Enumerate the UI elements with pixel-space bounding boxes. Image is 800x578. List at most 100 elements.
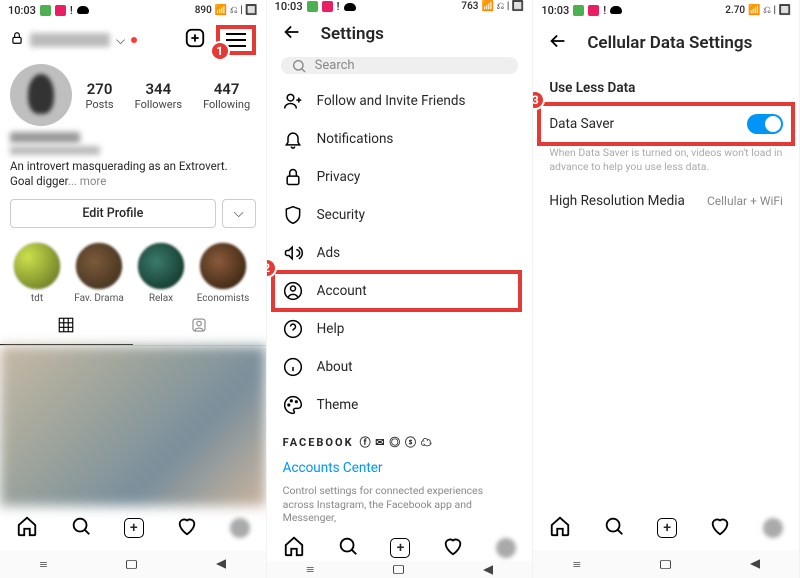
profile-header: ⌵ 1 xyxy=(0,20,266,60)
settings-item-ads[interactable]: Ads xyxy=(267,234,533,272)
cloud-icon xyxy=(344,3,356,11)
status-right: 890 📶 ⎌ | 🔲 xyxy=(195,5,258,16)
status-indicator-red xyxy=(55,5,66,16)
sys-back[interactable] xyxy=(216,559,226,569)
bio-more[interactable]: ... more xyxy=(68,174,106,188)
nav-search[interactable] xyxy=(70,515,92,541)
facebook-section: FACEBOOK ⓕ ✉ ◎ ⓢ ☁ Accounts Center Contr… xyxy=(267,424,533,535)
bottom-nav: + xyxy=(533,506,799,550)
hires-label: High Resolution Media xyxy=(549,193,685,209)
bio-line-1: An introvert masquerading as an Extrover… xyxy=(10,159,256,174)
settings-item-follow-invite[interactable]: Follow and Invite Friends xyxy=(267,82,533,120)
use-less-data-heading: Use Less Data xyxy=(533,66,799,104)
tab-tagged[interactable] xyxy=(133,310,266,345)
profile-tabs xyxy=(0,310,266,346)
settings-item-account[interactable]: Account 2 xyxy=(267,272,533,310)
back-button[interactable] xyxy=(547,30,569,56)
bio-line-2: Goal digger... more xyxy=(10,174,256,189)
sys-recents[interactable]: ≡ xyxy=(39,557,47,571)
status-indicator-green xyxy=(573,5,584,16)
posts-grid[interactable] xyxy=(0,346,266,506)
bio-section: An introvert masquerading as an Extrover… xyxy=(0,130,266,191)
settings-search[interactable]: Search xyxy=(281,57,519,74)
sys-back[interactable] xyxy=(750,559,760,569)
stat-following[interactable]: 447 Following xyxy=(203,80,250,111)
sys-home[interactable] xyxy=(393,565,404,574)
nav-search[interactable] xyxy=(603,515,625,541)
meta-product-icons: ⓕ ✉ ◎ ⓢ ☁ xyxy=(360,434,433,450)
step-callout-1: 1 xyxy=(210,41,230,61)
nav-profile[interactable] xyxy=(496,538,516,558)
nav-search[interactable] xyxy=(337,535,359,561)
palette-icon xyxy=(283,395,303,415)
facebook-heading: FACEBOOK xyxy=(283,436,354,449)
chevron-down-icon: ⌵ xyxy=(116,33,125,48)
highlight-item[interactable]: tdt xyxy=(10,242,64,304)
lock-icon xyxy=(10,31,24,49)
highlight-item[interactable]: Relax xyxy=(134,242,188,304)
settings-item-help[interactable]: Help xyxy=(267,310,533,348)
status-bar: 10:03 ! 2.70 📶 ⎌ | 🔲 xyxy=(533,0,799,20)
sys-recents[interactable]: ≡ xyxy=(573,557,581,571)
megaphone-icon xyxy=(283,243,303,263)
settings-item-security[interactable]: Security xyxy=(267,196,533,234)
nav-home[interactable] xyxy=(16,515,38,541)
username-selector[interactable]: ⌵ xyxy=(10,31,137,49)
data-saver-row[interactable]: Data Saver 3 xyxy=(533,104,799,144)
nav-create[interactable]: + xyxy=(124,518,144,538)
stat-posts[interactable]: 270 Posts xyxy=(86,80,114,111)
settings-item-notifications[interactable]: Notifications xyxy=(267,120,533,158)
sys-recents[interactable]: ≡ xyxy=(306,563,314,577)
profile-avatar[interactable] xyxy=(10,64,72,126)
accounts-center-link[interactable]: Accounts Center xyxy=(283,460,517,476)
discover-people-button[interactable]: ⌵ xyxy=(222,199,256,228)
status-time: 10:03 xyxy=(275,0,303,13)
nav-profile[interactable] xyxy=(230,518,250,538)
lock-icon xyxy=(283,167,303,187)
nav-activity[interactable] xyxy=(176,515,198,541)
nav-home[interactable] xyxy=(283,535,305,561)
cloud-icon xyxy=(77,6,89,14)
nav-home[interactable] xyxy=(549,515,571,541)
settings-item-theme[interactable]: Theme xyxy=(267,386,533,424)
highlight-item[interactable]: Economists xyxy=(196,242,250,304)
highlight-item[interactable]: Fav. Drama xyxy=(72,242,126,304)
cellular-header: Cellular Data Settings xyxy=(533,20,799,66)
sys-home[interactable] xyxy=(660,560,671,569)
settings-item-privacy[interactable]: Privacy xyxy=(267,158,533,196)
nav-activity[interactable] xyxy=(442,535,464,561)
data-saver-toggle[interactable] xyxy=(747,114,783,134)
bio-category xyxy=(10,146,100,155)
status-indicator-green xyxy=(307,1,318,12)
status-bar: 10:03 ! 890 📶 ⎌ | 🔲 xyxy=(0,0,266,20)
back-button[interactable] xyxy=(281,21,303,47)
sys-back[interactable] xyxy=(483,565,493,575)
status-indicator-green xyxy=(40,5,51,16)
page-title: Cellular Data Settings xyxy=(587,33,752,53)
hamburger-menu-button[interactable]: 1 xyxy=(216,25,256,55)
status-time: 10:03 xyxy=(541,4,569,17)
nav-create[interactable]: + xyxy=(657,518,677,538)
display-name xyxy=(10,132,80,143)
nav-profile[interactable] xyxy=(763,518,783,538)
shield-icon xyxy=(283,205,303,225)
nav-activity[interactable] xyxy=(709,515,731,541)
high-resolution-media-row[interactable]: High Resolution Media Cellular + WiFi xyxy=(533,183,799,219)
system-nav: ≡ xyxy=(0,550,266,578)
sys-home[interactable] xyxy=(126,560,137,569)
settings-item-about[interactable]: About xyxy=(267,348,533,386)
cellular-panel: 10:03 ! 2.70 📶 ⎌ | 🔲 Cellular Data Setti… xyxy=(533,0,800,578)
profile-panel: 10:03 ! 890 📶 ⎌ | 🔲 ⌵ xyxy=(0,0,267,578)
add-post-icon[interactable] xyxy=(184,27,206,53)
story-highlights: tdt Fav. Drama Relax Economists xyxy=(0,236,266,306)
cloud-icon xyxy=(610,6,622,14)
bottom-nav: + xyxy=(267,535,533,561)
system-nav: ≡ xyxy=(533,550,799,578)
status-indicator-red xyxy=(588,5,599,16)
edit-profile-button[interactable]: Edit Profile xyxy=(10,199,216,228)
nav-create[interactable]: + xyxy=(390,538,410,558)
search-placeholder: Search xyxy=(315,58,355,73)
stat-followers[interactable]: 344 Followers xyxy=(135,80,182,111)
tab-grid[interactable] xyxy=(0,310,133,345)
page-title: Settings xyxy=(321,24,384,44)
